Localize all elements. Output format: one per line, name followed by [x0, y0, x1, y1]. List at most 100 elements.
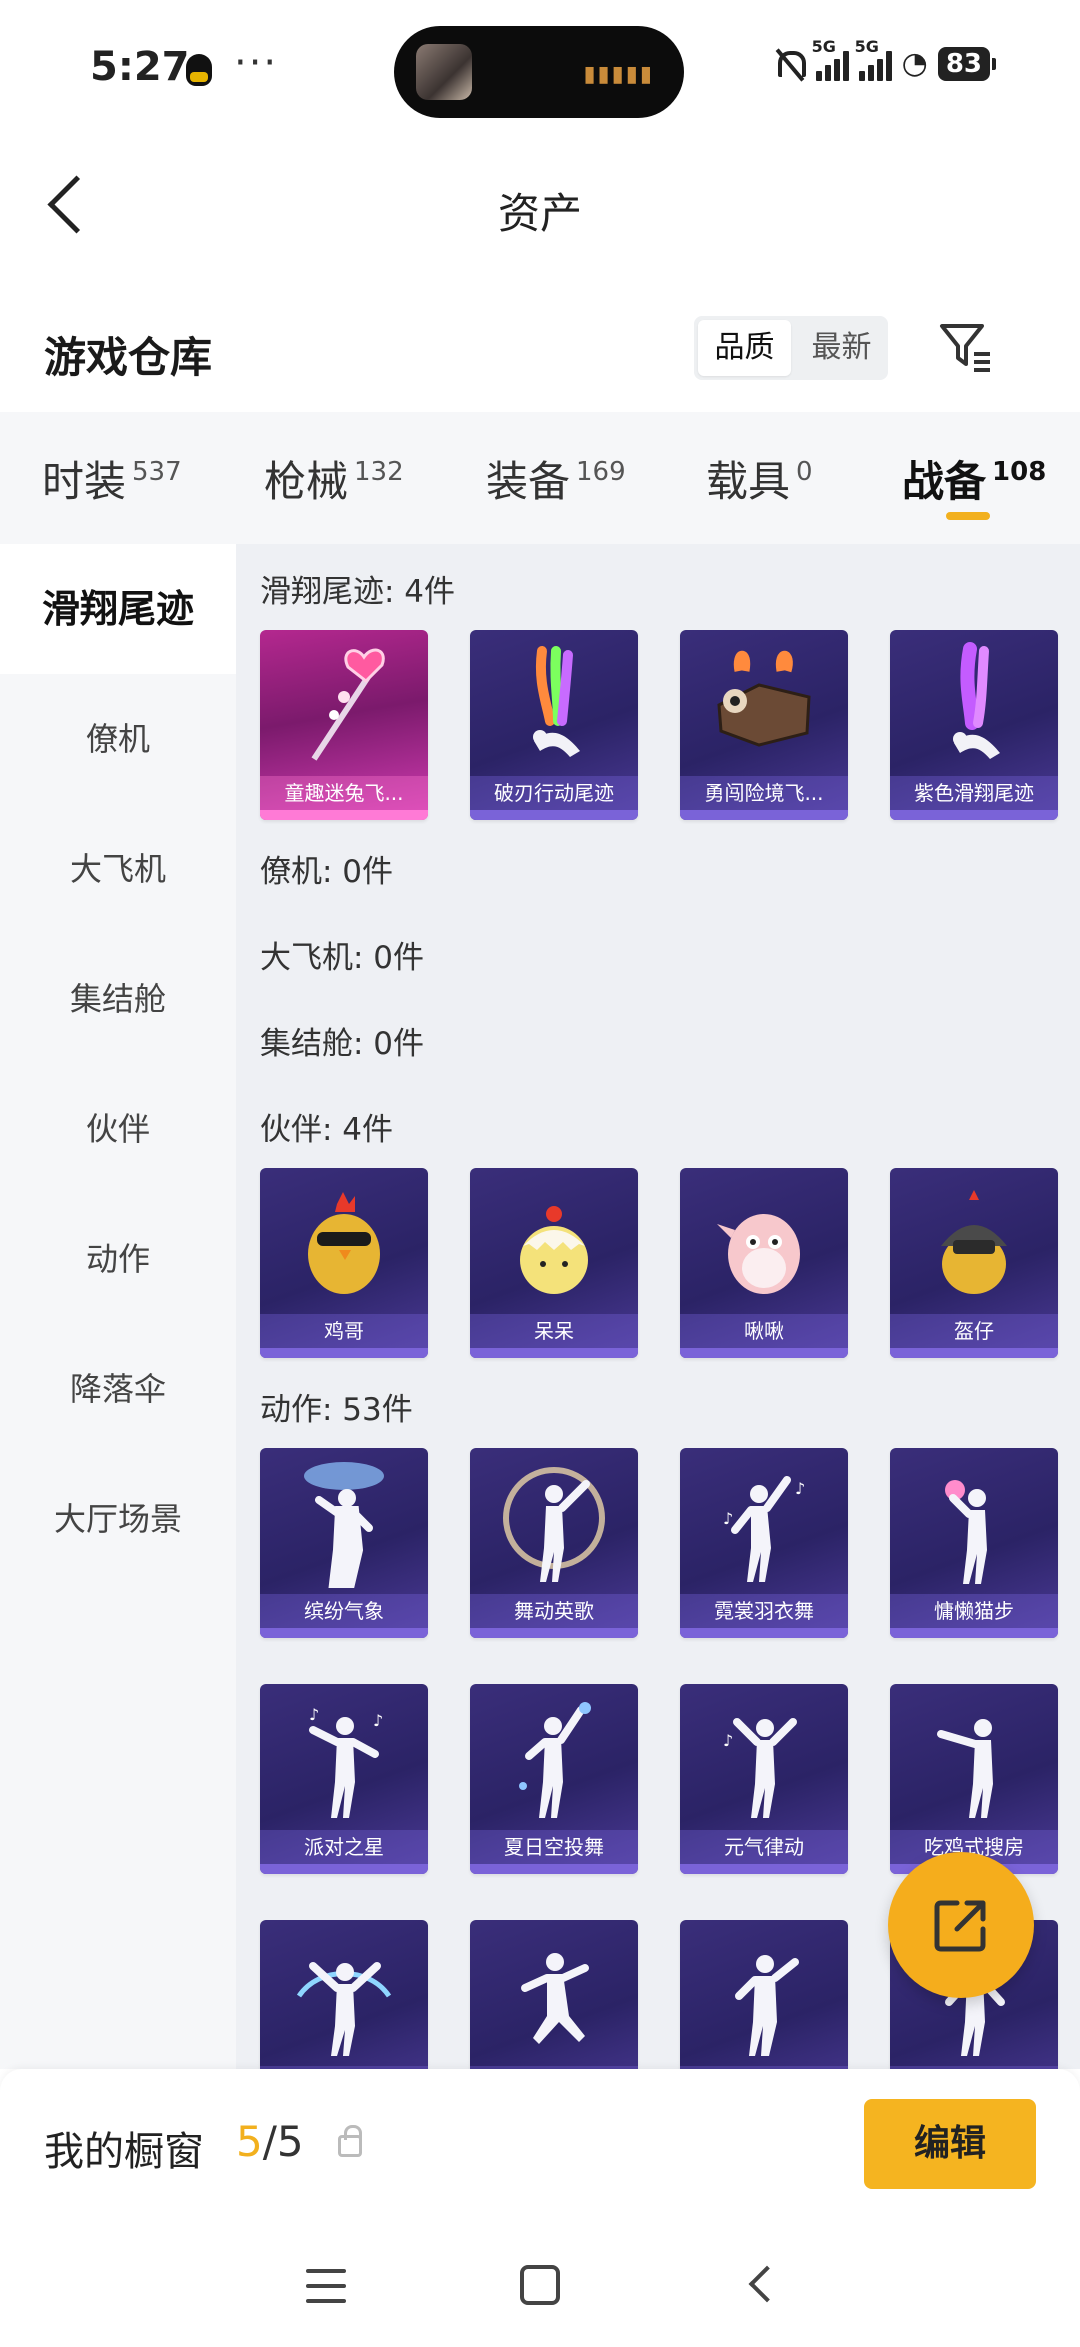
item-label: 紫色滑翔尾迹: [890, 776, 1058, 810]
tab-battle-gear[interactable]: 战备 108: [902, 448, 1046, 509]
qq-icon: [186, 54, 212, 86]
battery-icon: 83: [937, 46, 997, 81]
item-label: 元气律动: [680, 1830, 848, 1864]
svg-text:♪: ♪: [723, 1731, 733, 1750]
item-card[interactable]: [470, 1920, 638, 2069]
rarity-strip: [470, 1628, 638, 1638]
item-label: 舞动英歌: [470, 1594, 638, 1628]
warehouse-bar: 游戏仓库 品质 最新: [0, 300, 1080, 410]
section-heading-big-plane: 大飞机: 0件: [260, 940, 425, 976]
sidebar-item-partner[interactable]: 伙伴: [0, 1064, 236, 1194]
item-card[interactable]: ♪ ♪ 霓裳羽衣舞: [680, 1448, 848, 1638]
tab-count: 537: [132, 457, 182, 487]
item-card[interactable]: [680, 1920, 848, 2069]
item-card[interactable]: 破刃行动尾迹: [470, 630, 638, 820]
tab-count: 0: [796, 457, 813, 487]
dancer-party-icon: ♪ ♪: [260, 1684, 428, 1836]
item-card[interactable]: [260, 1920, 428, 2069]
item-card[interactable]: 勇闯险境飞...: [680, 630, 848, 820]
svg-text:♪: ♪: [373, 1711, 383, 1730]
sidebar: 滑翔尾迹 僚机 大飞机 集结舱 伙伴 动作 降落伞 大厅场景: [0, 544, 236, 2069]
rarity-strip: [680, 1348, 848, 1358]
sidebar-item-wingman[interactable]: 僚机: [0, 674, 236, 804]
item-card[interactable]: 缤纷气象: [260, 1448, 428, 1638]
bird-partner-icon: [680, 1168, 848, 1320]
media-avatar: [416, 44, 472, 100]
page-header: 资产: [0, 140, 1080, 270]
section-heading-pod: 集结舱: 0件: [260, 1026, 425, 1062]
item-card[interactable]: 啾啾: [680, 1168, 848, 1358]
tab-guns[interactable]: 枪械 132: [264, 448, 404, 509]
showcase-count-current: 5: [236, 2117, 263, 2166]
item-label: 啾啾: [680, 1314, 848, 1348]
item-card[interactable]: 慵懒猫步: [890, 1448, 1058, 1638]
item-card[interactable]: 舞动英歌: [470, 1448, 638, 1638]
audio-wave-icon: ▮▮▮▮▮: [583, 62, 654, 87]
tab-fashion[interactable]: 时装 537: [42, 448, 182, 509]
dancer-weather-icon: [260, 1448, 428, 1600]
sidebar-item-parachute[interactable]: 降落伞: [0, 1324, 236, 1454]
category-tabs: 时装 537 枪械 132 装备 169 载具 0 战备 108: [0, 412, 1080, 544]
dancer-groove-icon: [680, 1920, 848, 2069]
rarity-strip: [260, 1348, 428, 1358]
item-card[interactable]: 紫色滑翔尾迹: [890, 630, 1058, 820]
wifi-icon: ◔: [901, 46, 928, 81]
lock-icon: [338, 2125, 362, 2157]
more-notifications-icon: ···: [234, 40, 279, 86]
sort-latest-button[interactable]: 最新: [795, 316, 888, 380]
rarity-strip: [260, 810, 428, 820]
dancer-cat-walk-icon: [890, 1448, 1058, 1600]
asset-list: 滑翔尾迹: 4件 童趣迷兔飞... 破刃行动尾迹 勇闯险境飞... 紫色滑翔尾迹…: [236, 544, 1080, 2069]
item-card[interactable]: 呆呆: [470, 1168, 638, 1358]
share-icon: [934, 1900, 986, 1952]
item-label: 派对之星: [260, 1830, 428, 1864]
status-icons: 5G 5G ◔ 83: [772, 37, 997, 81]
dancer-search-icon: [890, 1684, 1058, 1836]
filter-icon[interactable]: [938, 318, 994, 374]
rarity-strip: [470, 1864, 638, 1874]
system-back-icon[interactable]: [744, 2267, 774, 2297]
dancer-rhythm-icon: ♪: [680, 1684, 848, 1836]
item-label: 鸡哥: [260, 1314, 428, 1348]
tab-count: 169: [576, 457, 626, 487]
signal-5g-label-2: 5G: [854, 36, 879, 56]
item-card[interactable]: ♪ ♪ 派对之星: [260, 1684, 428, 1874]
item-card[interactable]: 盔仔: [890, 1168, 1058, 1358]
rarity-strip: [470, 1348, 638, 1358]
rarity-strip: [260, 1628, 428, 1638]
system-nav-bar: [0, 2229, 1080, 2347]
item-card[interactable]: 鸡哥: [260, 1168, 428, 1358]
section-heading-emote: 动作: 53件: [260, 1392, 413, 1428]
share-button[interactable]: [888, 1852, 1034, 1998]
recents-menu-icon[interactable]: [306, 2269, 346, 2303]
edit-button[interactable]: 编辑: [864, 2099, 1036, 2189]
sidebar-item-glide-trail[interactable]: 滑翔尾迹: [0, 544, 236, 674]
dynamic-island[interactable]: ▮▮▮▮▮: [394, 26, 684, 118]
dancer-jump-icon: [470, 1920, 638, 2069]
sidebar-item-lobby-scene[interactable]: 大厅场景: [0, 1454, 236, 1584]
item-card[interactable]: ♪ 元气律动: [680, 1684, 848, 1874]
home-icon[interactable]: [520, 2265, 560, 2305]
item-card[interactable]: 夏日空投舞: [470, 1684, 638, 1874]
sort-quality-button[interactable]: 品质: [698, 320, 791, 376]
tab-label: 战备: [902, 457, 987, 506]
section-heading-glide: 滑翔尾迹: 4件: [260, 574, 456, 610]
dancer-swirl-icon: [470, 1448, 638, 1600]
wand-icon: [260, 630, 428, 782]
signal-icon-2: 5G: [855, 37, 892, 81]
sidebar-item-emote[interactable]: 动作: [0, 1194, 236, 1324]
rarity-strip: [260, 1864, 428, 1874]
chicken-partner-icon: [260, 1168, 428, 1320]
item-card[interactable]: 吃鸡式搜房: [890, 1684, 1058, 1874]
rarity-strip: [890, 1348, 1058, 1358]
sidebar-item-assembly-pod[interactable]: 集结舱: [0, 934, 236, 1064]
tab-vehicles[interactable]: 载具 0: [706, 448, 813, 509]
sidebar-item-big-plane[interactable]: 大飞机: [0, 804, 236, 934]
svg-text:♪: ♪: [723, 1509, 733, 1528]
item-card[interactable]: 童趣迷兔飞...: [260, 630, 428, 820]
rarity-strip: [470, 810, 638, 820]
sort-toggle: 品质 最新: [694, 316, 888, 380]
tab-label: 枪械: [264, 457, 349, 506]
rarity-strip: [890, 1628, 1058, 1638]
tab-equipment[interactable]: 装备 169: [486, 448, 626, 509]
